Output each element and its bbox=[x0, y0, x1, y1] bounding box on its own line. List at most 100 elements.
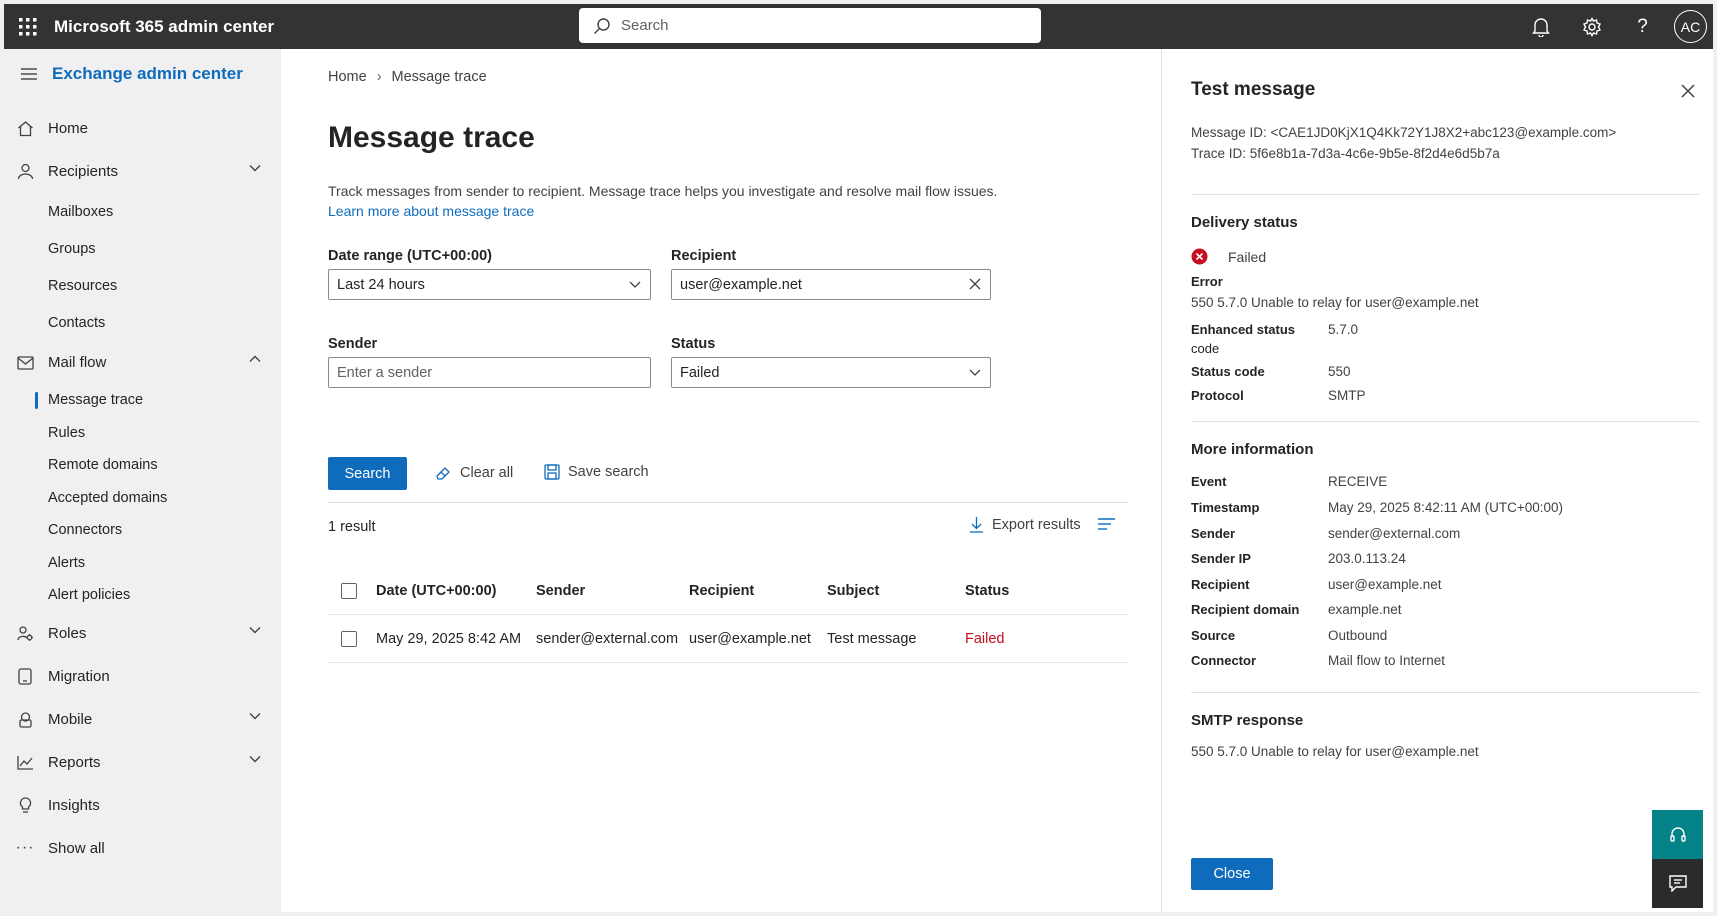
avatar[interactable]: AC bbox=[1674, 10, 1707, 43]
table-row[interactable]: May 29, 2025 8:42 AM sender@external.com… bbox=[328, 615, 1128, 663]
export-results-button[interactable]: Export results bbox=[969, 516, 1081, 533]
info-value-source: Outbound bbox=[1328, 628, 1388, 643]
results-count: 1 result bbox=[328, 519, 376, 535]
sidebar-item-mailboxes[interactable]: Mailboxes bbox=[4, 193, 281, 230]
sidebar-title[interactable]: Exchange admin center bbox=[52, 64, 243, 84]
recipient-value: user@example.net bbox=[680, 276, 802, 293]
top-bar: Microsoft 365 admin center Search ? AC bbox=[4, 4, 1713, 49]
migration-icon bbox=[15, 666, 35, 686]
support-headset-icon[interactable] bbox=[1652, 810, 1703, 859]
global-search-input[interactable]: Search bbox=[579, 8, 1041, 43]
notifications-bell-icon[interactable] bbox=[1515, 4, 1566, 49]
filter-lines-icon[interactable] bbox=[1098, 517, 1115, 531]
save-search-button[interactable]: Save search bbox=[544, 464, 649, 480]
more-info-title: More information bbox=[1191, 441, 1314, 458]
chevron-up-icon bbox=[249, 355, 261, 362]
divider bbox=[1191, 194, 1699, 195]
sender-input[interactable]: Enter a sender bbox=[328, 357, 651, 388]
search-placeholder: Search bbox=[621, 17, 669, 34]
sidebar: Exchange admin center Home Recipients Ma… bbox=[4, 49, 281, 912]
sender-label: Sender bbox=[328, 336, 378, 352]
recipient-input[interactable]: user@example.net bbox=[671, 269, 991, 300]
chevron-down-icon bbox=[629, 281, 641, 288]
sidebar-item-migration[interactable]: Migration bbox=[4, 655, 281, 698]
sidebar-item-remote-domains[interactable]: Remote domains bbox=[4, 449, 281, 482]
help-question-icon[interactable]: ? bbox=[1617, 4, 1668, 49]
info-value-event: RECEIVE bbox=[1328, 474, 1388, 489]
date-range-value: Last 24 hours bbox=[337, 276, 425, 293]
info-value-sender: sender@external.com bbox=[1328, 526, 1461, 541]
column-header-recipient[interactable]: Recipient bbox=[689, 567, 754, 615]
main-content: Home › Message trace Message trace Track… bbox=[281, 49, 1161, 912]
feedback-chat-icon[interactable] bbox=[1652, 859, 1703, 908]
column-header-status[interactable]: Status bbox=[965, 567, 1009, 615]
trace-id: Trace ID: 5f6e8b1a-7d3a-4c6e-9b5e-8f2d4e… bbox=[1191, 146, 1500, 161]
app-launcher-icon[interactable] bbox=[10, 9, 46, 45]
sidebar-item-contacts[interactable]: Contacts bbox=[4, 304, 281, 341]
smtp-response-title: SMTP response bbox=[1191, 712, 1304, 729]
info-value-recipient-domain: example.net bbox=[1328, 602, 1402, 617]
sidebar-item-home[interactable]: Home bbox=[4, 107, 281, 150]
delivery-status-row: Failed bbox=[1191, 248, 1266, 265]
info-value-recipient: user@example.net bbox=[1328, 577, 1442, 592]
date-range-label: Date range (UTC+00:00) bbox=[328, 248, 492, 264]
sidebar-item-resources[interactable]: Resources bbox=[4, 267, 281, 304]
sidebar-item-recipients[interactable]: Recipients bbox=[4, 150, 281, 193]
close-icon[interactable] bbox=[1681, 84, 1695, 98]
sidebar-item-roles[interactable]: Roles bbox=[4, 612, 281, 655]
eraser-icon bbox=[436, 467, 450, 480]
hamburger-menu-icon[interactable] bbox=[10, 55, 48, 93]
close-button[interactable]: Close bbox=[1191, 858, 1273, 890]
column-header-sender[interactable]: Sender bbox=[536, 567, 585, 615]
sidebar-item-reports[interactable]: Reports bbox=[4, 741, 281, 784]
app-title[interactable]: Microsoft 365 admin center bbox=[54, 17, 274, 37]
sidebar-item-groups[interactable]: Groups bbox=[4, 230, 281, 267]
status-code-label: Status code bbox=[1191, 364, 1265, 379]
info-key-recipient-domain: Recipient domain bbox=[1191, 602, 1300, 617]
breadcrumb-home[interactable]: Home bbox=[328, 69, 367, 85]
sidebar-item-alert-policies[interactable]: Alert policies bbox=[4, 579, 281, 612]
sidebar-item-label: Mailboxes bbox=[48, 203, 114, 220]
clear-x-icon[interactable] bbox=[968, 277, 982, 291]
page-title: Message trace bbox=[328, 121, 535, 154]
sidebar-item-label: Groups bbox=[48, 240, 96, 257]
home-icon bbox=[15, 119, 35, 139]
sidebar-item-mobile[interactable]: Mobile bbox=[4, 698, 281, 741]
status-dropdown[interactable]: Failed bbox=[671, 357, 991, 388]
row-checkbox[interactable] bbox=[341, 631, 357, 647]
results-table: Date (UTC+00:00) Sender Recipient Subjec… bbox=[328, 567, 1128, 663]
chevron-down-icon bbox=[249, 626, 261, 633]
column-header-date[interactable]: Date (UTC+00:00) bbox=[376, 567, 496, 615]
learn-more-link[interactable]: Learn more about message trace bbox=[328, 201, 1108, 221]
enhanced-status-label: Enhanced status bbox=[1191, 322, 1296, 337]
sidebar-item-alerts[interactable]: Alerts bbox=[4, 547, 281, 580]
chevron-right-icon: › bbox=[376, 69, 382, 85]
sidebar-item-insights[interactable]: Insights bbox=[4, 784, 281, 827]
select-all-checkbox[interactable] bbox=[341, 583, 357, 599]
settings-gear-icon[interactable] bbox=[1566, 4, 1617, 49]
sidebar-item-label: Contacts bbox=[48, 314, 106, 331]
enhanced-status-value: 5.7.0 bbox=[1328, 322, 1359, 337]
sidebar-item-message-trace[interactable]: Message trace bbox=[4, 384, 281, 417]
search-button[interactable]: Search bbox=[328, 457, 407, 490]
sidebar-item-show-all[interactable]: ··· Show all bbox=[4, 827, 281, 870]
chevron-down-icon bbox=[249, 712, 261, 719]
sidebar-item-accepted-domains[interactable]: Accepted domains bbox=[4, 482, 281, 515]
sidebar-item-mail-flow[interactable]: Mail flow bbox=[4, 341, 281, 384]
message-id: Message ID: <CAE1JD0KjX1Q4Kk72Y1J8X2+abc… bbox=[1191, 125, 1617, 140]
cell-status: Failed bbox=[965, 631, 1005, 647]
cell-subject: Test message bbox=[827, 631, 917, 647]
sidebar-item-connectors[interactable]: Connectors bbox=[4, 514, 281, 547]
mail-icon bbox=[15, 353, 35, 373]
sidebar-item-label: Show all bbox=[48, 839, 105, 857]
status-value: Failed bbox=[680, 364, 720, 381]
column-header-subject[interactable]: Subject bbox=[827, 567, 879, 615]
divider bbox=[328, 502, 1129, 503]
delivery-status-title: Delivery status bbox=[1191, 214, 1298, 231]
description-text: Track messages from sender to recipient.… bbox=[328, 183, 998, 199]
date-range-dropdown[interactable]: Last 24 hours bbox=[328, 269, 651, 300]
panel-title: Test message bbox=[1191, 79, 1316, 100]
sidebar-item-rules[interactable]: Rules bbox=[4, 417, 281, 450]
clear-all-button[interactable]: Clear all bbox=[435, 464, 513, 481]
error-circle-icon bbox=[1191, 248, 1208, 265]
